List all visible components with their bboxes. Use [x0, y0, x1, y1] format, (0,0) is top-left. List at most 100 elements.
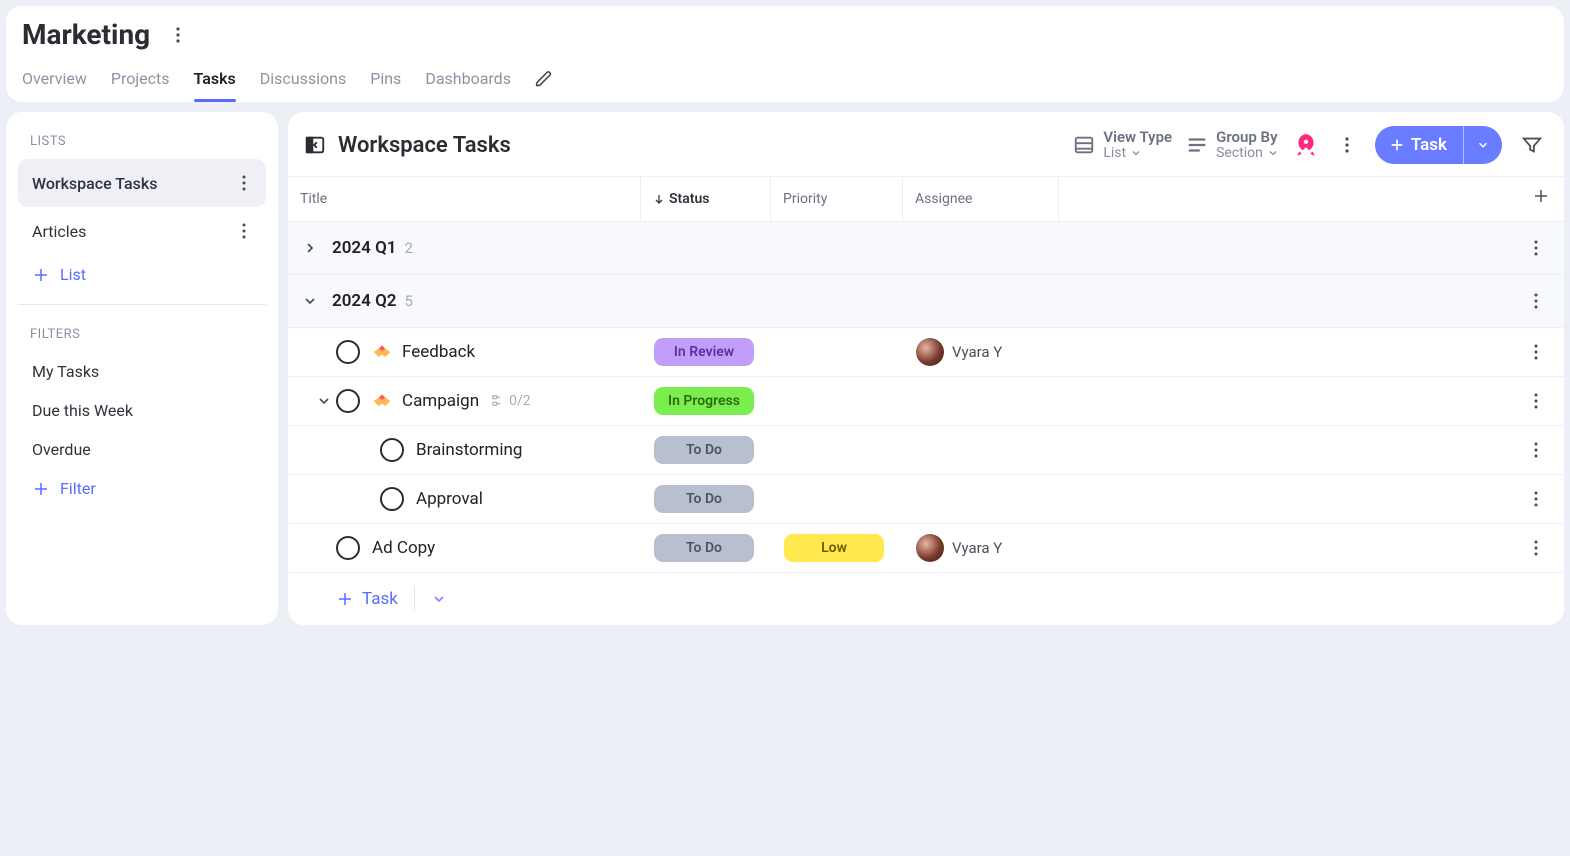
section-row[interactable]: 2024 Q2 5	[288, 275, 1564, 328]
sidebar-add-list[interactable]: List	[18, 255, 266, 294]
subtask-indicator: 0/2	[491, 393, 531, 409]
plus-icon	[1389, 137, 1405, 153]
sidebar-filter-due-this-week[interactable]: Due this Week	[18, 391, 266, 430]
col-status[interactable]: Status	[640, 177, 770, 221]
chevron-right-icon[interactable]	[302, 240, 326, 256]
section-more-icon[interactable]	[1522, 287, 1550, 315]
status-badge[interactable]: In Review	[654, 338, 754, 366]
col-status-label: Status	[669, 191, 709, 207]
add-task-button[interactable]: Task	[336, 589, 398, 609]
status-badge[interactable]: In Progress	[654, 387, 754, 415]
sidebar-item-label: Workspace Tasks	[32, 174, 157, 193]
task-row[interactable]: Ad Copy To Do Low Vyara Y	[288, 524, 1564, 573]
view-type-label: View Type	[1103, 130, 1172, 145]
view-type-selector[interactable]: View Type List	[1073, 130, 1172, 161]
assignee-name: Vyara Y	[952, 539, 1002, 557]
tab-pins[interactable]: Pins	[370, 69, 401, 102]
sidebar-item-label: My Tasks	[32, 362, 99, 381]
tab-dashboards[interactable]: Dashboards	[425, 69, 511, 102]
task-more-icon[interactable]	[1522, 436, 1550, 464]
task-more-icon[interactable]	[1522, 387, 1550, 415]
group-by-label: Group By	[1216, 130, 1279, 145]
sidebar-item-label: Due this Week	[32, 401, 133, 420]
section-count: 5	[405, 292, 413, 310]
task-more-icon[interactable]	[1522, 534, 1550, 562]
task-title: Ad Copy	[372, 538, 435, 558]
sidebar-separator	[18, 304, 266, 305]
section-row[interactable]: 2024 Q1 2	[288, 222, 1564, 275]
group-by-value: Section	[1216, 145, 1263, 161]
rocket-icon[interactable]	[1293, 132, 1319, 158]
status-badge[interactable]: To Do	[654, 534, 754, 562]
filter-icon[interactable]	[1516, 129, 1548, 161]
add-task-row: Task	[288, 573, 1564, 625]
chevron-down-icon	[1476, 138, 1490, 152]
chevron-down-icon[interactable]	[302, 293, 326, 309]
sidebar-item-label: Articles	[32, 222, 86, 241]
plus-icon	[32, 266, 50, 284]
sidebar-item-more-icon[interactable]	[230, 217, 258, 245]
list-view-icon	[1073, 134, 1095, 156]
task-complete-toggle[interactable]	[336, 536, 360, 560]
sidebar-list-workspace-tasks[interactable]: Workspace Tasks	[18, 159, 266, 207]
task-row[interactable]: Approval To Do	[288, 475, 1564, 524]
sidebar-list-articles[interactable]: Articles	[18, 207, 266, 255]
sidebar-filter-overdue[interactable]: Overdue	[18, 430, 266, 469]
sidebar-add-list-label: List	[60, 265, 86, 284]
sidebar-item-label: Overdue	[32, 440, 91, 459]
new-task-button[interactable]: Task	[1375, 126, 1502, 164]
tab-tasks[interactable]: Tasks	[194, 69, 236, 102]
tab-overview[interactable]: Overview	[22, 69, 87, 102]
status-badge[interactable]: To Do	[654, 436, 754, 464]
col-priority[interactable]: Priority	[770, 177, 902, 221]
new-task-label: Task	[1411, 135, 1447, 155]
group-icon	[1186, 134, 1208, 156]
sidebar-add-filter[interactable]: Filter	[18, 469, 266, 508]
sidebar-filters-label: FILTERS	[18, 315, 266, 352]
divider	[414, 587, 415, 611]
task-complete-toggle[interactable]	[380, 438, 404, 462]
section-title: 2024 Q1	[332, 238, 397, 258]
new-task-dropdown[interactable]	[1463, 126, 1502, 164]
tabs: Overview Projects Tasks Discussions Pins…	[22, 69, 1548, 102]
task-complete-toggle[interactable]	[380, 487, 404, 511]
section-more-icon[interactable]	[1522, 234, 1550, 262]
tab-discussions[interactable]: Discussions	[260, 69, 346, 102]
main-more-button[interactable]	[1333, 131, 1361, 159]
sidebar-item-more-icon[interactable]	[230, 169, 258, 197]
priority-badge[interactable]: Low	[784, 534, 884, 562]
task-row[interactable]: Feedback In Review Vyara Y	[288, 328, 1564, 377]
task-row[interactable]: Brainstorming To Do	[288, 426, 1564, 475]
edit-tabs-icon[interactable]	[535, 70, 553, 102]
handshake-icon	[372, 391, 392, 411]
tab-projects[interactable]: Projects	[111, 69, 170, 102]
collapse-sidebar-icon[interactable]	[304, 134, 326, 156]
task-title: Brainstorming	[416, 440, 522, 460]
sidebar-filter-my-tasks[interactable]: My Tasks	[18, 352, 266, 391]
add-column-icon[interactable]	[1532, 187, 1550, 211]
section-title: 2024 Q2	[332, 291, 397, 311]
status-badge[interactable]: To Do	[654, 485, 754, 513]
group-by-selector[interactable]: Group By Section	[1186, 130, 1279, 161]
plus-icon	[32, 480, 50, 498]
header-more-button[interactable]	[164, 21, 192, 49]
sidebar: LISTS Workspace Tasks Articles List	[6, 112, 278, 625]
chevron-down-icon	[1130, 147, 1142, 159]
task-more-icon[interactable]	[1522, 485, 1550, 513]
chevron-down-icon	[1267, 147, 1279, 159]
chevron-down-icon[interactable]	[312, 393, 336, 409]
rows-container: 2024 Q1 2 2024 Q2 5	[288, 222, 1564, 625]
task-more-icon[interactable]	[1522, 338, 1550, 366]
col-title[interactable]: Title	[288, 177, 640, 221]
view-type-value: List	[1103, 145, 1126, 161]
col-assignee[interactable]: Assignee	[902, 177, 1058, 221]
plus-icon	[336, 590, 354, 608]
add-task-label: Task	[362, 589, 398, 609]
main-header: Workspace Tasks View Type List	[288, 112, 1564, 176]
task-complete-toggle[interactable]	[336, 340, 360, 364]
add-task-dropdown[interactable]	[431, 591, 447, 607]
subtask-count: 0/2	[509, 393, 531, 409]
task-complete-toggle[interactable]	[336, 389, 360, 413]
task-row[interactable]: Campaign 0/2 In Progress	[288, 377, 1564, 426]
header: Marketing Overview Projects Tasks Discus…	[6, 6, 1564, 102]
